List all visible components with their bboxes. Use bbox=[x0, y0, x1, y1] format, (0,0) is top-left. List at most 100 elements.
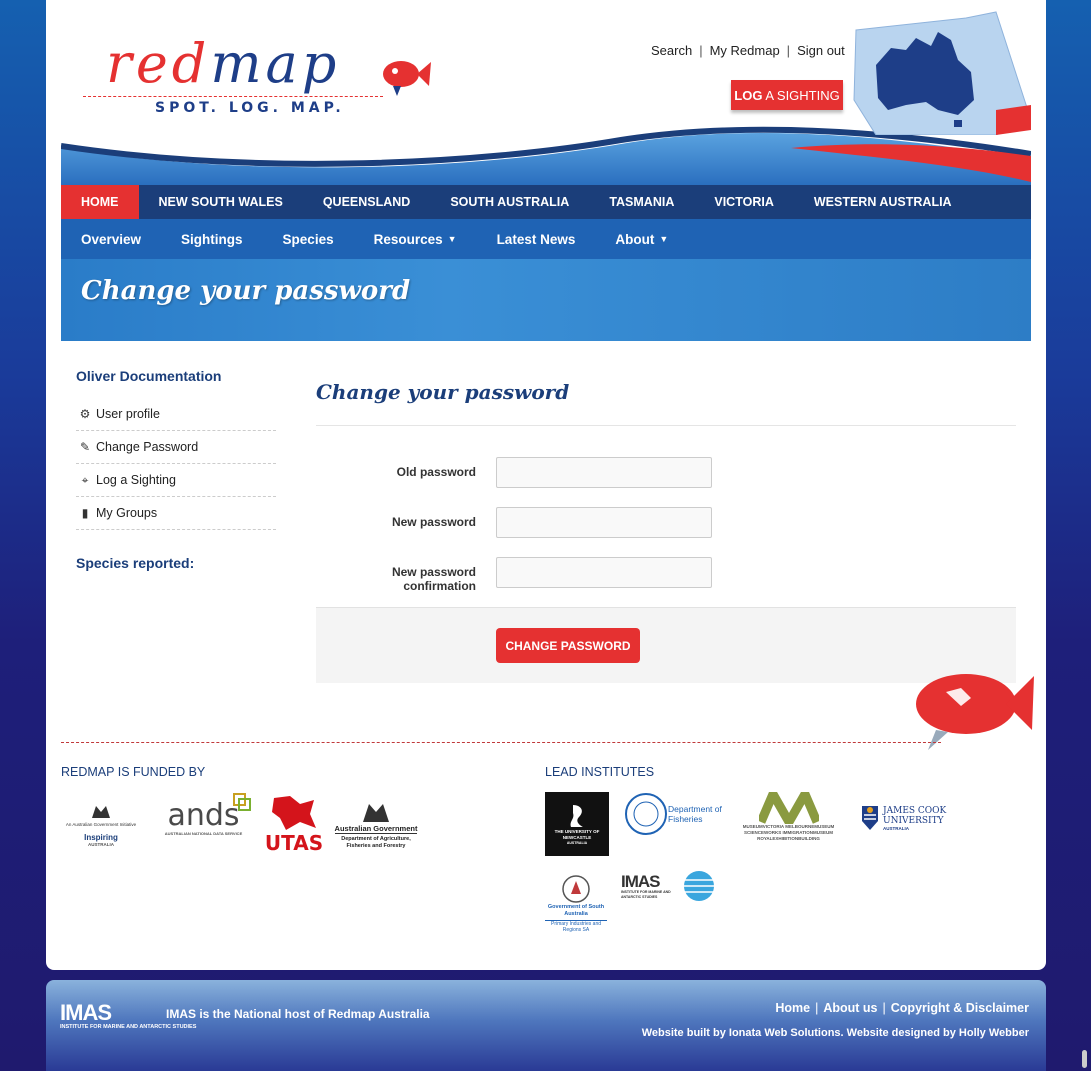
nav-victoria[interactable]: VICTORIA bbox=[694, 185, 794, 219]
confirm-password-label: New password confirmation bbox=[391, 565, 476, 593]
nav-sightings-label: Sightings bbox=[181, 231, 243, 247]
gov-initiative-text: An Australian Government Initiative bbox=[65, 821, 137, 827]
sidebar: Oliver Documentation ⚙ User profile ✎ Chan… bbox=[76, 368, 276, 571]
page-container: redmap SPOT. LOG. MAP. Search | My Redmap |… bbox=[46, 0, 1046, 970]
new-password-input[interactable] bbox=[496, 507, 712, 538]
banner-title: Change your password bbox=[81, 276, 411, 306]
sidebar-item-change-password[interactable]: ✎ Change Password bbox=[76, 431, 276, 464]
government-of-south-australia-logo: Government of South Australia Primary In… bbox=[545, 870, 607, 936]
sidebar-item-label: Log a Sighting bbox=[96, 473, 176, 487]
sign-out-link[interactable]: Sign out bbox=[797, 43, 845, 58]
footer-links: Home | About us | Copyright & Disclaimer bbox=[775, 1001, 1029, 1015]
sidebar-menu: ⚙ User profile ✎ Change Password ⌖ Log a Si… bbox=[76, 398, 276, 530]
museum-victoria-mark-icon bbox=[758, 792, 819, 824]
sidebar-item-log-sighting[interactable]: ⌖ Log a Sighting bbox=[76, 464, 276, 497]
australian-government-initiative-logo: An Australian Government Initiative Insp… bbox=[61, 795, 141, 855]
nav-tasmania[interactable]: TASMANIA bbox=[589, 185, 694, 219]
log-sighting-button[interactable]: LOG A SIGHTING bbox=[731, 80, 843, 110]
separator: | bbox=[786, 43, 791, 58]
crosshair-icon: ⌖ bbox=[81, 472, 89, 487]
sa-crest-icon bbox=[562, 874, 590, 903]
nav-new-south-wales[interactable]: NEW SOUTH WALES bbox=[139, 185, 303, 219]
australia-map-icon[interactable] bbox=[846, 10, 1031, 135]
jcu-text-block: JAMES COOK UNIVERSITY AUSTRALIA bbox=[883, 806, 947, 831]
australian-government-daff-logo: Australian Government Department of Agri… bbox=[334, 795, 418, 855]
form-title: Change your password bbox=[316, 380, 1016, 426]
pirsa-text: Primary Industries and Regions SA bbox=[545, 919, 607, 933]
separator: | bbox=[699, 43, 703, 58]
logo-word-red: red bbox=[106, 32, 211, 95]
footer-home-link[interactable]: Home bbox=[775, 1001, 810, 1015]
nav-latest-news-label: Latest News bbox=[496, 231, 576, 247]
footer-imas-sub-text: INSTITUTE FOR MARINE AND ANTARCTIC STUDI… bbox=[60, 1024, 197, 1030]
ands-logo: ands AUSTRALIAN NATIONAL DATA SERVICE bbox=[156, 793, 251, 843]
sub-nav: Overview Sightings Species Resources ▼ La… bbox=[61, 219, 1031, 259]
confirm-password-row: New password confirmation bbox=[316, 557, 1016, 593]
imas-text-block: IMAS INSTITUTE FOR MARINE AND ANTARCTIC … bbox=[621, 873, 683, 900]
lion-crest-icon bbox=[272, 796, 316, 830]
imas-text: IMAS bbox=[621, 871, 661, 891]
top-links: Search | My Redmap | Sign out bbox=[651, 43, 845, 58]
nav-about[interactable]: About ▼ bbox=[595, 219, 688, 259]
region-nav: HOME NEW SOUTH WALES QUEENSLAND SOUTH AU… bbox=[61, 185, 1031, 219]
nav-resources-label: Resources bbox=[373, 231, 443, 247]
page-banner: Change your password bbox=[61, 259, 1031, 341]
nav-latest-news[interactable]: Latest News bbox=[477, 219, 596, 259]
coat-of-arms-icon bbox=[92, 805, 110, 818]
imas-globe-icon bbox=[684, 871, 714, 901]
sidebar-item-label: My Groups bbox=[96, 506, 158, 520]
my-redmap-link[interactable]: My Redmap bbox=[710, 43, 780, 58]
footer-host-text: IMAS is the National host of Redmap Aust… bbox=[166, 1007, 430, 1021]
nav-western-australia[interactable]: WESTERN AUSTRALIA bbox=[794, 185, 972, 219]
species-reported-heading: Species reported: bbox=[76, 555, 195, 571]
museum-text: MUSEUMVICTORIA MELBOURNEMUSEUM SCIENCEWO… bbox=[742, 824, 835, 841]
department-of-fisheries-logo: Department of Fisheries bbox=[622, 792, 726, 836]
log-sighting-rest: A SIGHTING bbox=[762, 87, 840, 103]
logo-dotted-line bbox=[83, 96, 383, 97]
nav-south-australia[interactable]: SOUTH AUSTRALIA bbox=[430, 185, 589, 219]
logo-word-blue: map bbox=[210, 32, 341, 95]
change-password-button[interactable]: CHANGE PASSWORD bbox=[496, 628, 640, 663]
scrollbar[interactable] bbox=[1082, 1050, 1087, 1068]
newcastle-logo: THE UNIVERSITY OF NEWCASTLE AUSTRALIA bbox=[545, 792, 609, 856]
nav-overview-label: Overview bbox=[81, 231, 142, 247]
jcu-text: JAMES COOK UNIVERSITY bbox=[883, 805, 947, 826]
funded-by-title: REDMAP IS FUNDED BY bbox=[61, 765, 206, 779]
nav-home[interactable]: HOME bbox=[61, 185, 139, 219]
footer-about-link[interactable]: About us bbox=[823, 1001, 877, 1015]
nav-species-label: Species bbox=[282, 231, 334, 247]
sidebar-item-user-profile[interactable]: ⚙ User profile bbox=[76, 398, 276, 431]
jcu-sub-text: AUSTRALIA bbox=[883, 825, 909, 831]
divider bbox=[61, 742, 941, 743]
utas-logo: UTAS bbox=[265, 792, 323, 856]
fish-logo-icon bbox=[383, 61, 431, 96]
log-sighting-bold: LOG bbox=[734, 87, 763, 103]
nav-sightings[interactable]: Sightings bbox=[161, 219, 263, 259]
sidebar-item-my-groups[interactable]: ▮ My Groups bbox=[76, 497, 276, 530]
nav-species[interactable]: Species bbox=[263, 219, 354, 259]
seahorse-icon bbox=[570, 805, 583, 827]
logo-tagline: SPOT. LOG. MAP. bbox=[155, 100, 345, 116]
gear-icon: ⚙ bbox=[79, 407, 91, 421]
footer-imas-text: IMAS bbox=[60, 1000, 112, 1025]
search-link[interactable]: Search bbox=[651, 43, 692, 58]
fisheries-text: Department of Fisheries bbox=[668, 804, 722, 824]
sidebar-item-label: User profile bbox=[96, 407, 160, 421]
new-password-label: New password bbox=[391, 515, 476, 529]
redmap-logo[interactable]: redmap SPOT. LOG. MAP. bbox=[81, 30, 441, 125]
nav-overview[interactable]: Overview bbox=[61, 219, 161, 259]
jcu-shield-icon bbox=[862, 806, 878, 830]
nav-about-label: About bbox=[615, 231, 655, 247]
nav-resources[interactable]: Resources ▼ bbox=[354, 219, 477, 259]
imas-logo: IMAS INSTITUTE FOR MARINE AND ANTARCTIC … bbox=[621, 870, 721, 902]
sidebar-item-label: Change Password bbox=[96, 440, 199, 454]
coat-of-arms-icon bbox=[363, 804, 389, 822]
nav-queensland[interactable]: QUEENSLAND bbox=[303, 185, 431, 219]
footer-copyright-link[interactable]: Copyright & Disclaimer bbox=[891, 1001, 1029, 1015]
pencil-icon: ✎ bbox=[79, 440, 91, 454]
confirm-password-input[interactable] bbox=[496, 557, 712, 588]
old-password-input[interactable] bbox=[496, 457, 712, 488]
footer-credits: Website built by Ionata Web Solutions. W… bbox=[641, 1027, 1029, 1039]
ands-squares-icon bbox=[233, 793, 251, 811]
new-password-row: New password bbox=[316, 507, 1016, 539]
